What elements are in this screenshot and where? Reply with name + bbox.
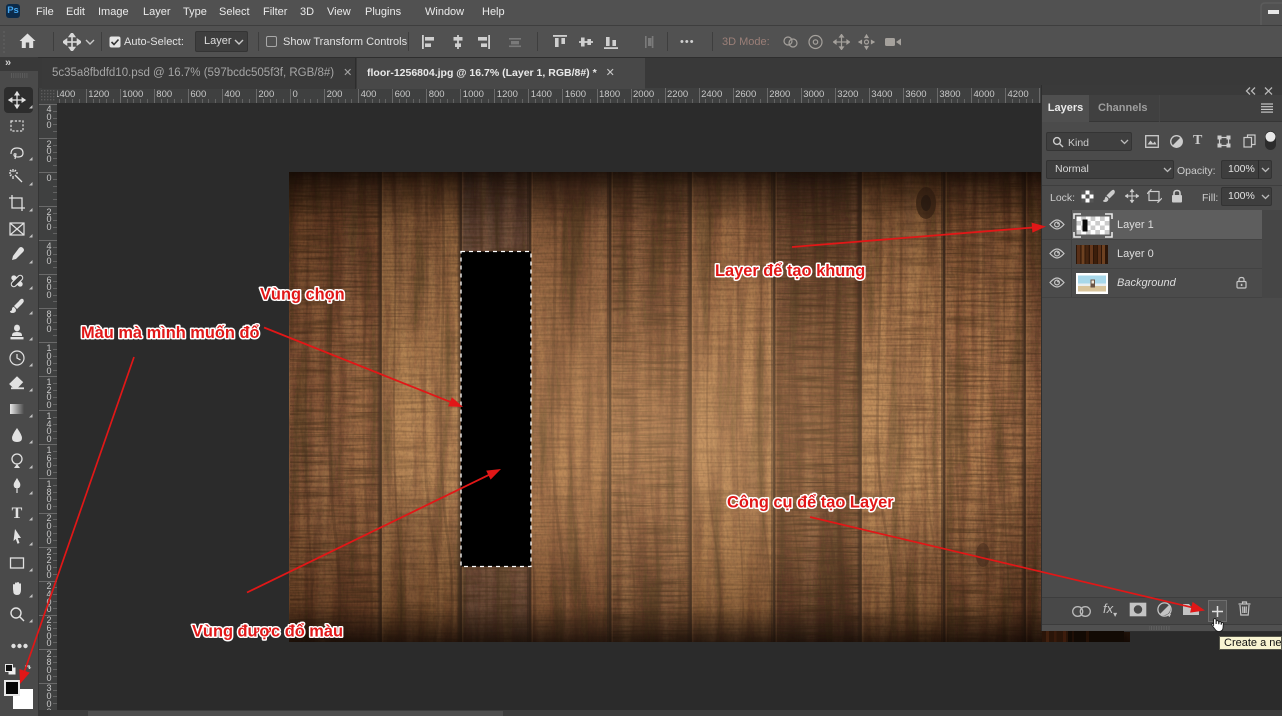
svg-text:▾: ▾ [1168, 613, 1172, 618]
svg-text:T: T [12, 505, 23, 521]
